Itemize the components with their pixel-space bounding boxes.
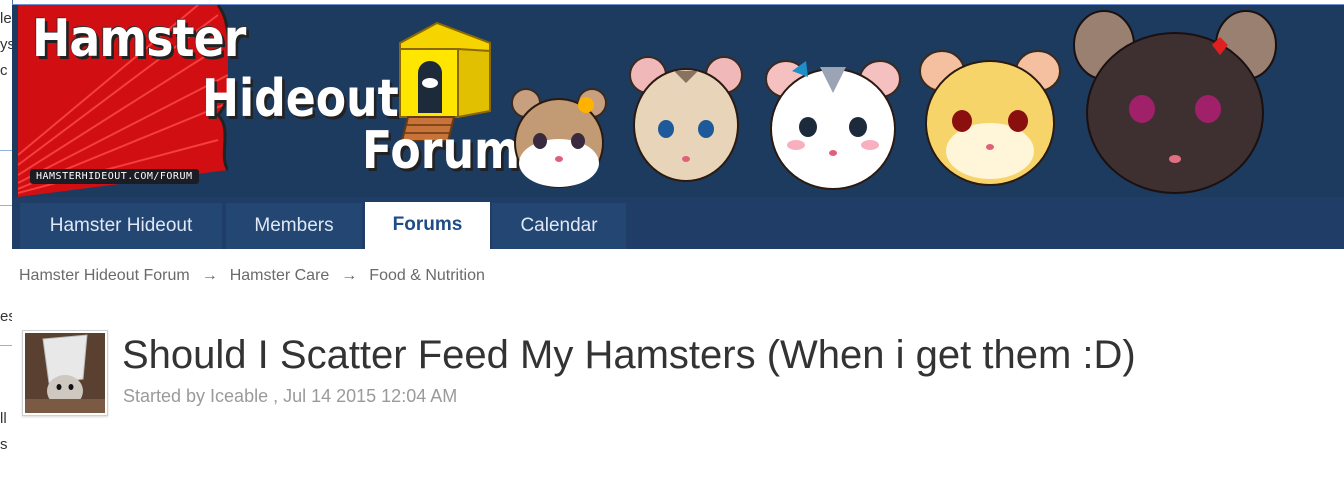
hamster-face-icon [629, 56, 743, 182]
tab-hamster-hideout[interactable]: Hamster Hideout [20, 203, 222, 249]
breadcrumb: Hamster Hideout Forum → Hamster Care → Food … [19, 267, 485, 285]
breadcrumb-separator: → [341, 267, 358, 284]
hamster-face-icon [511, 88, 607, 188]
hamster-photo-image [25, 333, 105, 413]
logo-url-badge: HAMSTERHIDEOUT.COM/FORUM [30, 169, 199, 184]
topic-meta: Started by Iceable , Jul 14 2015 12:04 A… [123, 386, 458, 406]
topic-title: Should I Scatter Feed My Hamsters (When … [122, 333, 1136, 377]
hamster-face-icon [1073, 10, 1277, 194]
hamster-face-icon [765, 60, 901, 190]
breadcrumb-link-hamster-care[interactable]: Hamster Care [230, 267, 330, 284]
background-divider [0, 345, 12, 346]
breadcrumb-link-food-nutrition[interactable]: Food & Nutrition [369, 267, 485, 284]
main-navigation: Hamster Hideout Members Forums Calendar [12, 197, 1344, 249]
background-divider [0, 205, 12, 206]
background-text-fragment: le [0, 10, 12, 27]
tab-calendar[interactable]: Calendar [492, 203, 626, 249]
logo-word-hideout: Hideout [202, 69, 399, 129]
tab-forums[interactable]: Forums [365, 202, 490, 249]
breadcrumb-link-forum-home[interactable]: Hamster Hideout Forum [19, 267, 190, 284]
background-divider [0, 150, 12, 151]
browser-page: Hamster Hideout Forum HAMSTERHIDEOUT.COM… [12, 5, 1344, 489]
logo-word-hamster: Hamster [32, 9, 246, 69]
background-text-fragment: s [0, 436, 8, 453]
breadcrumb-separator: → [201, 267, 218, 284]
logo-word-forum: Forum [362, 121, 521, 181]
site-banner[interactable]: Hamster Hideout Forum HAMSTERHIDEOUT.COM… [12, 5, 1344, 197]
author-avatar[interactable] [22, 330, 108, 416]
tab-members[interactable]: Members [226, 203, 362, 249]
background-text-fragment: ll [0, 410, 7, 427]
background-text-fragment: c [0, 62, 8, 79]
hamster-face-icon [919, 50, 1061, 186]
